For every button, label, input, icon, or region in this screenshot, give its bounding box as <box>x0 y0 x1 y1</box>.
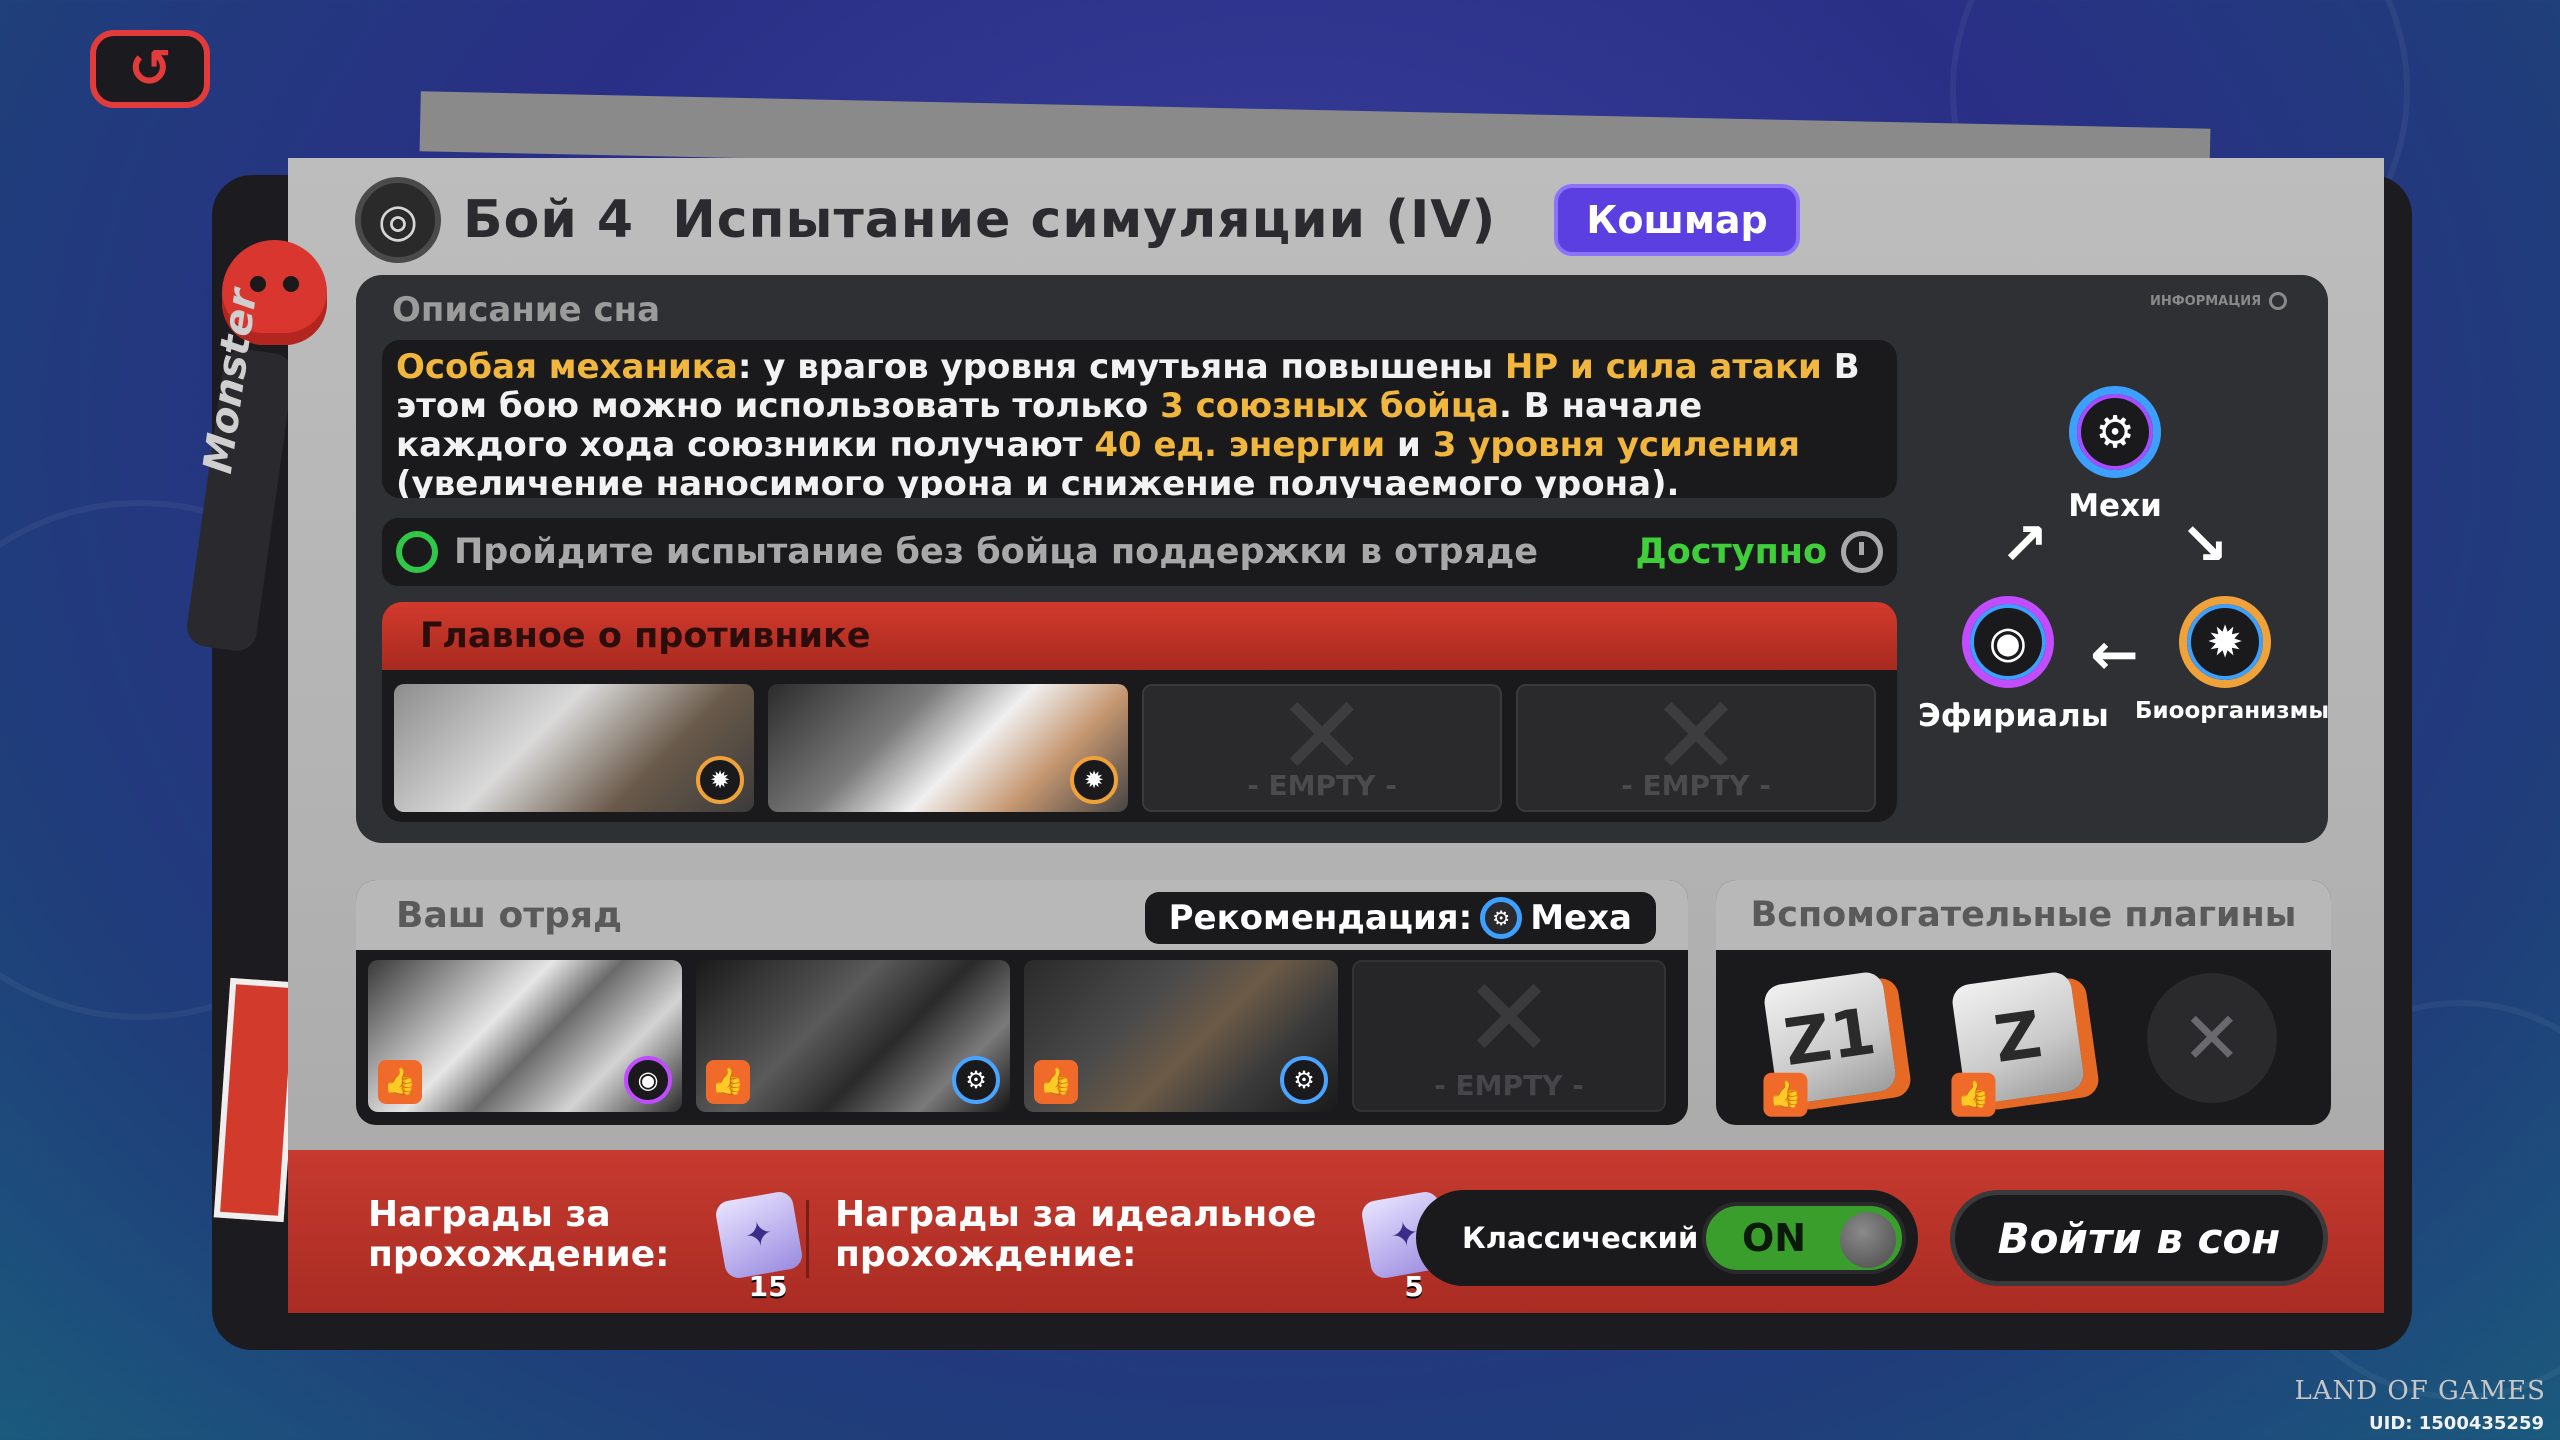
perfect-rewards: Награды за идеальное прохождение: ✦ 5 <box>835 1189 1451 1303</box>
back-arrow-icon: ↺ <box>128 39 172 99</box>
reward-crystal-icon[interactable]: ✦ 15 <box>713 1189 804 1303</box>
thumbs-up-icon: 👍 <box>1034 1060 1078 1104</box>
faction-cycle: ⚙ Мехи ◉ Эфириалы ✹ Биоорганизмы ↗ ↘ ← <box>1900 370 2330 770</box>
description-segment: : у врагов уровня смутьяна повышены <box>737 347 1505 387</box>
description-segment: (увеличение наносимого урона и снижение … <box>396 464 1680 499</box>
title-row: ◎ Бой 4 Испытание симуляции (IV) Кошмар <box>355 170 1800 270</box>
challenge-row: Пройдите испытание без бойца поддержки в… <box>382 518 1897 586</box>
cycle-ethereal-label: Эфириалы <box>1918 698 2109 734</box>
clear-rewards-label-line1: Награды за <box>368 1194 611 1235</box>
squad-slot-1[interactable]: 👍 ◉ <box>368 960 682 1112</box>
empty-label: - EMPTY - <box>1247 769 1397 802</box>
ethereal-faction-icon: ◉ <box>1962 596 2054 688</box>
cycle-mech: ⚙ Мехи <box>2025 386 2205 524</box>
info-icon <box>2269 292 2288 310</box>
dream-stage-icon: ◎ <box>355 177 441 263</box>
enemy-slot-3: ✕ - EMPTY - <box>1142 684 1502 812</box>
perfect-rewards-label-line2: прохождение: <box>835 1234 1137 1275</box>
clear-rewards-label: Награды за прохождение: <box>368 1195 670 1275</box>
description-highlight: HP и сила атаки <box>1504 347 1822 387</box>
plugins-row: Z1 👍 Z 👍 ✕ <box>1716 950 2331 1125</box>
description-highlight: 3 союзных бойца <box>1160 386 1499 426</box>
squad-panel: Ваш отряд Рекомендация: ⚙ Меха 👍 ◉ 👍 ⚙ 👍… <box>356 880 1688 1125</box>
squad-header: Ваш отряд Рекомендация: ⚙ Меха <box>356 880 1688 950</box>
bio-faction-icon: ✹ <box>2179 596 2271 688</box>
description-segment: и <box>1385 425 1433 465</box>
page-title: Бой 4 Испытание симуляции (IV) <box>463 190 1497 250</box>
enemy-slots: ✹ ✹ ✕ - EMPTY - ✕ - EMPTY - <box>382 670 1897 822</box>
bio-faction-icon: ✹ <box>696 756 744 804</box>
ethereal-faction-icon: ◉ <box>624 1056 672 1104</box>
plugin-slot-2[interactable]: Z 👍 <box>1950 969 2087 1117</box>
mech-faction-icon: ⚙ <box>2069 386 2161 478</box>
cycle-ethereal: ◉ Эфириалы <box>1918 596 2109 734</box>
empty-x-icon: ✕ <box>1462 960 1556 1083</box>
recommendation-label: Рекомендация: <box>1168 898 1473 938</box>
cycle-arrow-icon: ← <box>2090 620 2139 688</box>
squad-title: Ваш отряд <box>396 894 623 936</box>
recommendation: Рекомендация: ⚙ Меха <box>1144 892 1656 944</box>
squad-slots: 👍 ◉ 👍 ⚙ 👍 ⚙ ✕ - EMPTY - <box>356 950 1688 1122</box>
perfect-rewards-label: Награды за идеальное прохождение: <box>835 1195 1316 1275</box>
description-highlight: 3 уровня усиления <box>1432 425 1800 465</box>
difficulty-badge: Кошмар <box>1554 184 1800 256</box>
mech-faction-icon: ⚙ <box>952 1056 1000 1104</box>
thumbs-up-icon: 👍 <box>1951 1072 1996 1117</box>
clear-reward-count: 15 <box>748 1270 788 1304</box>
classic-mode-toggle: Классический ON <box>1416 1190 1918 1286</box>
squad-slot-4[interactable]: ✕ - EMPTY - <box>1352 960 1666 1112</box>
info-button[interactable]: ИНФОРМАЦИЯ <box>2150 292 2288 310</box>
clear-rewards-label-line2: прохождение: <box>368 1234 670 1275</box>
challenge-status-ring-icon <box>396 531 438 573</box>
bio-faction-icon: ✹ <box>1070 756 1118 804</box>
enemy-overview-title: Главное о противнике <box>382 602 1897 670</box>
description-text: Особая механика: у врагов уровня смутьян… <box>382 340 1897 498</box>
plugin-glyph: Z1 <box>1779 994 1881 1081</box>
challenge-status: Доступно <box>1635 532 1827 572</box>
description-highlight: 40 ед. энергии <box>1094 425 1386 465</box>
empty-label: - EMPTY - <box>1434 1069 1584 1102</box>
plugin-glyph: Z <box>1990 997 2047 1078</box>
close-icon: ✕ <box>2181 995 2242 1080</box>
empty-label: - EMPTY - <box>1621 769 1771 802</box>
cycle-bio: ✹ Биоорганизмы <box>2135 596 2330 724</box>
plugin-slot-1[interactable]: Z1 👍 <box>1762 969 1898 1117</box>
watermark: LAND OF GAMES <box>2294 1376 2546 1406</box>
cycle-arrow-icon: ↗ <box>2000 510 2049 578</box>
switch-knob <box>1840 1212 1896 1268</box>
plugin-slot-3-remove-button[interactable]: ✕ <box>2146 972 2277 1103</box>
thumbs-up-icon: 👍 <box>1763 1072 1808 1117</box>
thumbs-up-icon: 👍 <box>378 1060 422 1104</box>
thumbs-up-icon: 👍 <box>706 1060 750 1104</box>
plugins-title: Вспомогательные плагины <box>1716 880 2331 950</box>
description-highlight: Особая механика <box>396 347 738 387</box>
switch-state: ON <box>1742 1216 1807 1260</box>
mode-switch[interactable]: ON <box>1702 1202 1906 1274</box>
uid-label: UID: 1500435259 <box>2369 1413 2544 1434</box>
recommendation-value: Меха <box>1530 898 1632 938</box>
enter-dream-button[interactable]: Войти в сон <box>1950 1190 2328 1286</box>
back-button[interactable]: ↺ <box>90 30 210 108</box>
cycle-bio-label: Биоорганизмы <box>2135 698 2330 724</box>
enemy-slot-4: ✕ - EMPTY - <box>1516 684 1876 812</box>
mech-faction-icon: ⚙ <box>1480 897 1523 939</box>
cycle-mech-label: Мехи <box>2068 488 2162 524</box>
enemy-slot-2[interactable]: ✹ <box>768 684 1128 812</box>
squad-slot-3[interactable]: 👍 ⚙ <box>1024 960 1338 1112</box>
rewards-divider <box>806 1200 809 1278</box>
description-label: Описание сна <box>392 290 661 330</box>
clock-icon <box>1841 531 1883 573</box>
perfect-reward-count: 5 <box>1404 1270 1425 1304</box>
mode-label: Классический <box>1462 1221 1699 1255</box>
enemy-overview: Главное о противнике ✹ ✹ ✕ - EMPTY - ✕ -… <box>382 602 1897 822</box>
squad-slot-2[interactable]: 👍 ⚙ <box>696 960 1010 1112</box>
plugins-panel: Вспомогательные плагины Z1 👍 Z 👍 ✕ <box>1716 880 2331 1125</box>
perfect-rewards-label-line1: Награды за идеальное <box>835 1194 1317 1235</box>
info-label: ИНФОРМАЦИЯ <box>2150 293 2262 309</box>
challenge-text: Пройдите испытание без бойца поддержки в… <box>454 532 1539 572</box>
cycle-arrow-icon: ↘ <box>2180 510 2229 578</box>
clear-rewards: Награды за прохождение: ✦ 15 <box>368 1189 804 1303</box>
enemy-slot-1[interactable]: ✹ <box>394 684 754 812</box>
mech-faction-icon: ⚙ <box>1280 1056 1328 1104</box>
